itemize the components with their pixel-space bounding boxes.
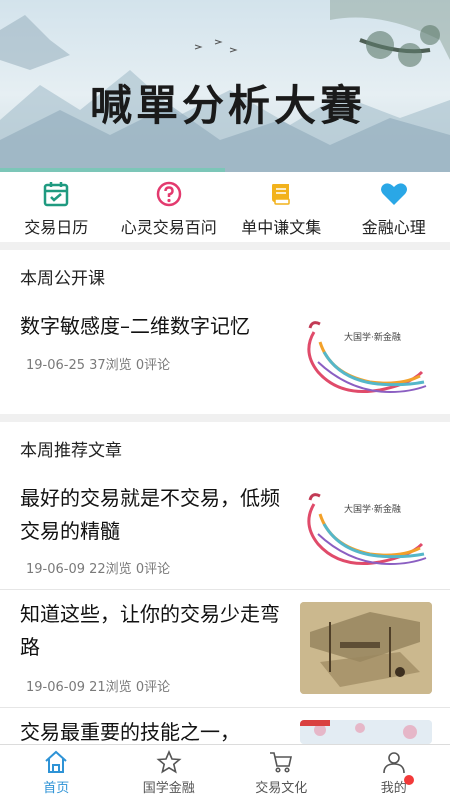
thumb-caption: 大国学·新金融 [344,503,401,515]
notification-badge [404,775,414,785]
section-divider [0,414,450,422]
star-icon [156,750,182,774]
section-title: 本周推荐文章 [20,436,122,461]
book-icon [267,180,295,208]
heart-icon [380,180,408,208]
quicknav-trading-qa[interactable]: 心灵交易百问 [113,172,226,242]
section-divider [0,242,450,250]
section-header-open-course: 本周公开课 [0,250,450,301]
section-header-recommended: 本周推荐文章 [0,422,450,473]
cart-icon [268,750,294,774]
section-title: 本周公开课 [20,264,105,289]
article-thumbnail: 大国学·新金融 [300,312,432,404]
tab-label: 国学金融 [143,777,195,796]
article-meta: 19-06-09 22浏览 0评论 [26,558,170,577]
article-title: 数字敏感度–二维数字记忆 [20,310,290,343]
article-thumbnail [300,602,432,694]
home-icon [43,750,69,774]
phoenix-logo-image: 大国学·新金融 [300,312,432,404]
tab-label: 首页 [43,777,69,796]
tab-guoxue-finance[interactable]: 国学金融 [113,745,226,801]
quicknav-financial-psychology[interactable]: 金融心理 [338,172,450,242]
tab-trading-culture[interactable]: 交易文化 [225,745,338,801]
quicknav-label: 单中谦文集 [241,214,321,238]
article-meta: 19-06-09 21浏览 0评论 [26,676,170,695]
quicknav-trading-calendar[interactable]: 交易日历 [0,172,113,242]
calendar-check-icon [42,180,70,208]
tab-home[interactable]: 首页 [0,745,113,801]
thumb-caption: 大国学·新金融 [344,331,401,343]
list-item[interactable]: 交易最重要的技能之一， [0,708,450,744]
bottom-tab-bar: 首页 国学金融 交易文化 我的 [0,744,450,801]
quick-nav: 交易日历 心灵交易百问 单中谦文集 金融心理 [0,172,450,242]
article-title: 交易最重要的技能之一， [20,716,290,744]
blossom-image [300,720,432,744]
list-item[interactable]: 知道这些，让你的交易少走弯路 19-06-09 21浏览 0评论 [0,590,450,708]
ancient-painting-image [300,602,432,694]
article-thumbnail [300,720,432,744]
article-thumbnail: 大国学·新金融 [300,484,432,576]
banner-title: 喊單分析大賽 [90,72,366,133]
list-item[interactable]: 最好的交易就是不交易，低频交易的精髓 19-06-09 22浏览 0评论 大国学… [0,472,450,590]
quicknav-label: 交易日历 [24,214,88,238]
phoenix-logo-image: 大国学·新金融 [300,484,432,576]
list-item[interactable]: 数字敏感度–二维数字记忆 19-06-25 37浏览 0评论 大国学·新金融 [0,300,450,415]
tab-label: 交易文化 [255,777,307,796]
banner-carousel[interactable]: 喊單分析大賽 [0,0,450,172]
article-title: 最好的交易就是不交易，低频交易的精髓 [20,482,290,548]
quicknav-label: 心灵交易百问 [121,214,217,238]
article-title: 知道这些，让你的交易少走弯路 [20,598,290,664]
quicknav-label: 金融心理 [362,214,426,238]
user-icon [381,750,407,774]
article-meta: 19-06-25 37浏览 0评论 [26,354,170,373]
quicknav-collected-works[interactable]: 单中谦文集 [225,172,338,242]
question-circle-icon [155,180,183,208]
tab-label: 我的 [381,777,407,796]
tab-profile[interactable]: 我的 [338,745,450,801]
